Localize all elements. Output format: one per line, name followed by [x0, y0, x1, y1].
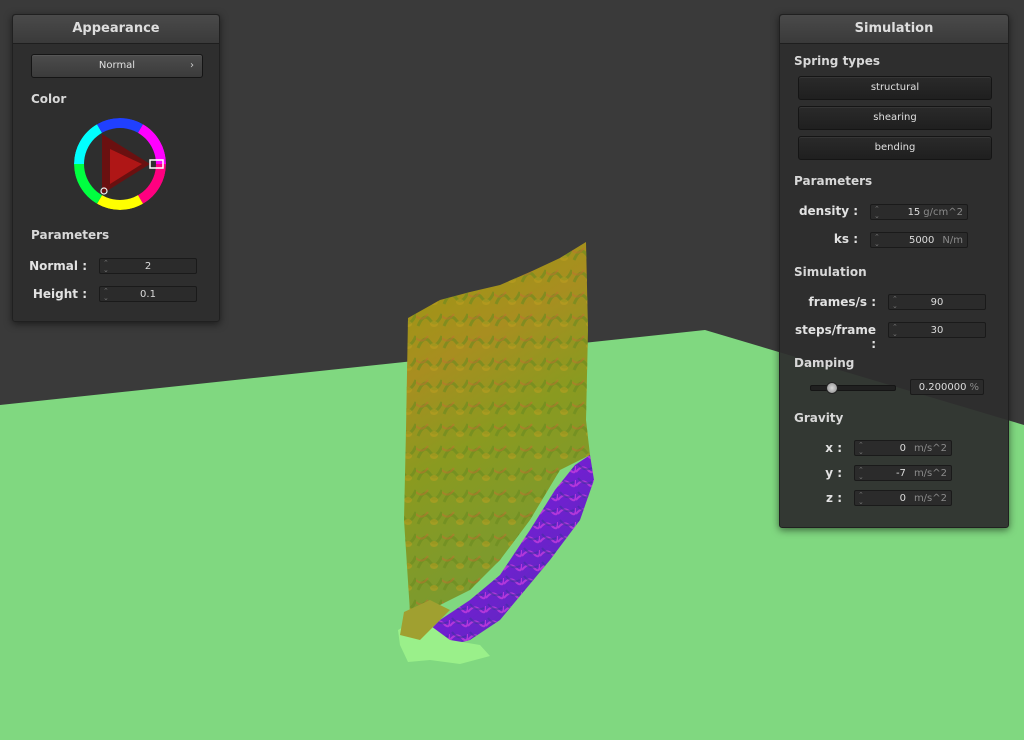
appearance-panel-title[interactable]: Appearance — [13, 15, 219, 44]
normal-input[interactable]: ⌃ ⌄ 2 — [99, 258, 197, 274]
color-section-label: Color — [31, 92, 67, 106]
simulation-panel: Simulation Spring types structural shear… — [779, 14, 1009, 528]
gravity-y-input[interactable]: ⌃ ⌄ -7 m/s^2 — [854, 465, 952, 481]
appearance-panel: Appearance Normal › Color Parameters Nor… — [12, 14, 220, 322]
structural-button[interactable]: structural — [798, 76, 992, 100]
height-input[interactable]: ⌃ ⌄ 0.1 — [99, 286, 197, 302]
damping-slider[interactable] — [810, 382, 896, 394]
damping-slider-handle[interactable] — [826, 382, 838, 394]
spring-types-label: Spring types — [794, 54, 881, 68]
fps-input[interactable]: ⌃ ⌄ 90 — [888, 294, 986, 310]
gravity-x-label: x : — [825, 441, 842, 455]
gravity-z-label: z : — [826, 491, 842, 505]
density-label: density : — [798, 204, 858, 218]
spinner-arrows-icon[interactable]: ⌃ ⌄ — [858, 441, 864, 456]
gravity-label: Gravity — [794, 411, 844, 425]
height-label: Height : — [32, 287, 87, 301]
gravity-x-input[interactable]: ⌃ ⌄ 0 m/s^2 — [854, 440, 952, 456]
density-input[interactable]: ⌃ ⌄ 15 g/cm^2 — [870, 204, 968, 220]
spinner-arrows-icon[interactable]: ⌃ ⌄ — [874, 205, 880, 220]
shearing-button[interactable]: shearing — [798, 106, 992, 130]
gravity-y-label: y : — [825, 466, 842, 480]
spinner-arrows-icon[interactable]: ⌃ ⌄ — [874, 233, 880, 248]
shader-selected-label: Normal — [98, 60, 136, 71]
color-wheel[interactable] — [70, 114, 170, 214]
simulation-section-label: Simulation — [794, 265, 867, 279]
normal-label: Normal : — [29, 259, 87, 273]
spinner-arrows-icon[interactable]: ⌃ ⌄ — [858, 491, 864, 506]
steps-input[interactable]: ⌃ ⌄ 30 — [888, 322, 986, 338]
appearance-parameters-label: Parameters — [31, 228, 110, 242]
bending-button[interactable]: bending — [798, 136, 992, 160]
ks-label: ks : — [833, 232, 858, 246]
damping-input[interactable]: 0.200000% — [910, 379, 984, 395]
sim-parameters-label: Parameters — [794, 174, 873, 188]
steps-label: steps/frame : — [794, 323, 876, 351]
chevron-right-icon: › — [190, 60, 194, 71]
simulation-panel-title[interactable]: Simulation — [780, 15, 1008, 44]
gravity-z-input[interactable]: ⌃ ⌄ 0 m/s^2 — [854, 490, 952, 506]
fps-label: frames/s : — [808, 295, 876, 309]
damping-label: Damping — [794, 356, 855, 370]
shader-select-button[interactable]: Normal › — [31, 54, 203, 78]
spinner-arrows-icon[interactable]: ⌃ ⌄ — [858, 466, 864, 481]
ks-input[interactable]: ⌃ ⌄ 5000 N/m — [870, 232, 968, 248]
